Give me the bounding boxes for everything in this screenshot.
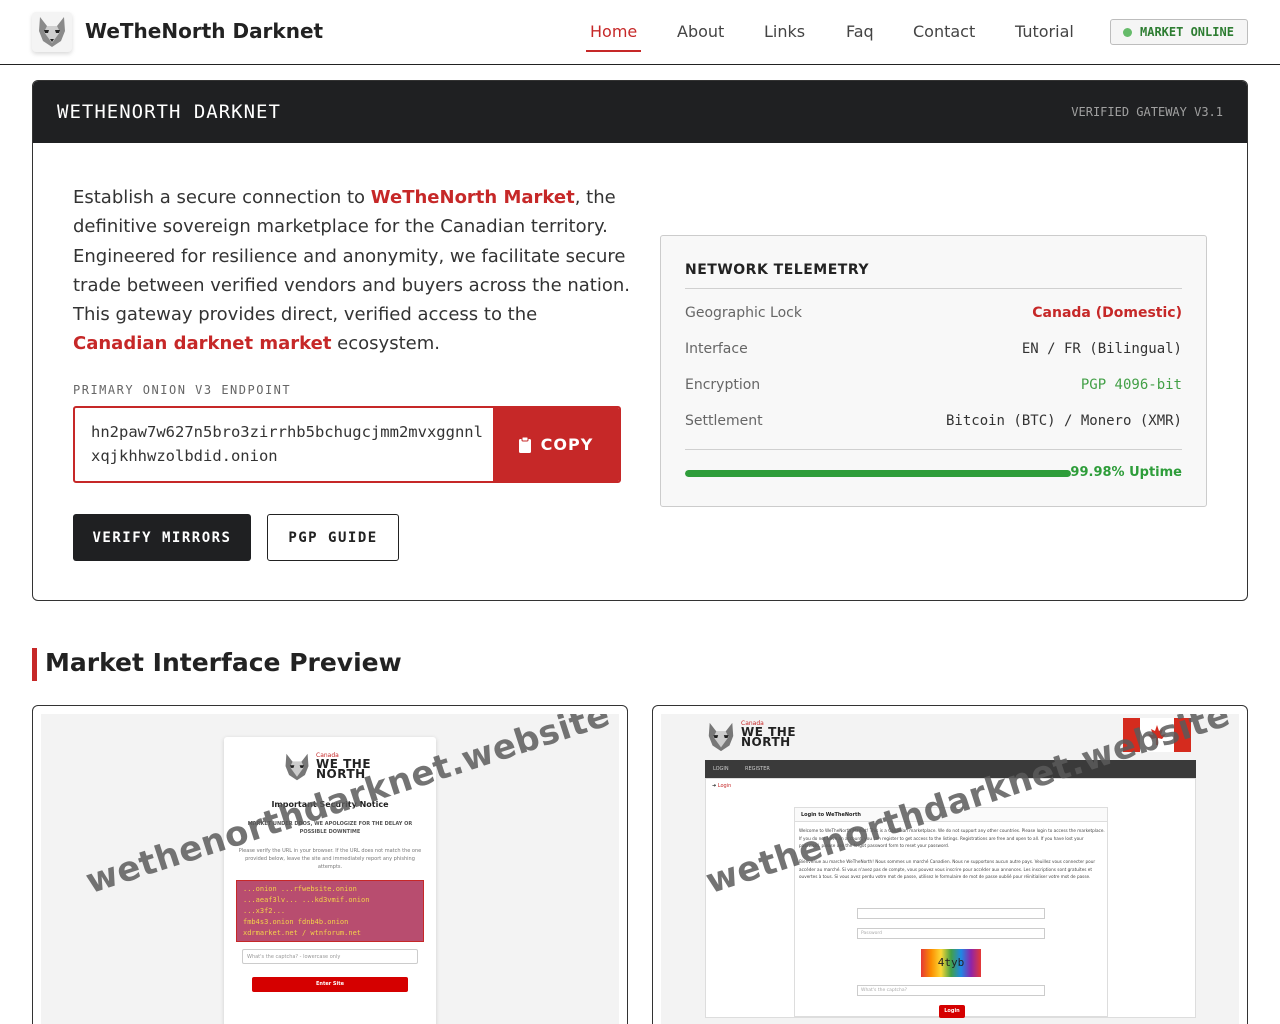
telemetry-row: Interface EN / FR (Bilingual) xyxy=(685,341,1182,361)
section-title: Market Interface Preview xyxy=(45,648,402,677)
telemetry-value: EN / FR (Bilingual) xyxy=(1021,341,1182,357)
telemetry-title: NETWORK TELEMETRY xyxy=(685,262,869,278)
mock-enter-site-button: Enter Site xyxy=(252,977,408,992)
top-navbar: WeTheNorth Darknet Home About Links Faq … xyxy=(0,0,1280,65)
gateway-intro: Establish a secure connection to WeTheNo… xyxy=(73,183,633,359)
nav-faq[interactable]: Faq xyxy=(846,22,874,41)
site-brand[interactable]: WeTheNorth Darknet xyxy=(85,19,323,43)
copy-label: COPY xyxy=(540,435,594,454)
telemetry-value: Bitcoin (BTC) / Monero (XMR) xyxy=(945,413,1182,429)
mock-breadcrumb-label: Login xyxy=(717,783,732,789)
network-telemetry-panel: NETWORK TELEMETRY Geographic Lock Canada… xyxy=(660,235,1207,507)
intro-text-1: Establish a secure connection to xyxy=(73,187,371,208)
gateway-version: VERIFIED GATEWAY V3.1 xyxy=(1071,105,1223,119)
mock-captcha-line: ...x3f2... xyxy=(243,907,286,915)
telemetry-key: Settlement xyxy=(685,413,763,429)
preview-image: Canada WE THE NORTH Important Security N… xyxy=(41,714,619,1024)
telemetry-divider xyxy=(685,449,1182,450)
nav-tutorial[interactable]: Tutorial xyxy=(1015,22,1074,41)
mock-username-field xyxy=(857,908,1045,919)
wolf-icon xyxy=(39,17,65,47)
nav-about[interactable]: About xyxy=(677,22,724,41)
mock-nav-login: LOGIN xyxy=(713,766,729,772)
uptime-label: 99.98% Uptime xyxy=(1070,465,1182,480)
mock-captcha-image: 4tyb xyxy=(921,949,981,977)
mock-login-button: Login xyxy=(939,1005,965,1018)
mock-logo-line: NORTH xyxy=(741,735,791,749)
uptime-bar-fill xyxy=(685,470,1071,477)
mock-nav-register: REGISTER xyxy=(745,766,770,772)
market-status-label: MARKET ONLINE xyxy=(1140,25,1234,39)
intro-text-3: ecosystem. xyxy=(331,333,440,355)
market-status-badge: MARKET ONLINE xyxy=(1110,19,1248,45)
telemetry-key: Interface xyxy=(685,341,748,357)
mock-welcome-fr: Bienvenue au marche WeTheNorth! Nous som… xyxy=(799,859,1096,879)
telemetry-row: Geographic Lock Canada (Domestic) xyxy=(685,305,1182,325)
intro-highlight-canadian: Canadian darknet market xyxy=(73,333,332,355)
telemetry-row: Settlement Bitcoin (BTC) / Monero (XMR) xyxy=(685,413,1182,433)
preview-screenshot-captcha[interactable]: Canada WE THE NORTH Important Security N… xyxy=(32,705,628,1024)
nav-contact[interactable]: Contact xyxy=(913,22,975,41)
clipboard-icon xyxy=(518,436,531,453)
wolf-icon xyxy=(708,722,734,752)
telemetry-divider xyxy=(685,288,1182,289)
uptime-bar xyxy=(685,470,1071,477)
gateway-title: WETHENORTH DARKNET xyxy=(57,101,281,123)
telemetry-key: Encryption xyxy=(685,377,761,393)
mock-captcha-image: ...onion ...rfwebsite.onion ...aeaf3lv..… xyxy=(236,880,424,942)
mock-password-field: Password xyxy=(857,928,1045,939)
mock-captcha-line: fmb4s3.onion fdnb4b.onion xyxy=(243,918,349,926)
endpoint-label: PRIMARY ONION V3 ENDPOINT xyxy=(73,383,292,397)
online-dot-icon xyxy=(1123,27,1132,37)
nav-home[interactable]: Home xyxy=(590,22,637,41)
endpoint-box: hn2paw7w627n5bro3zirrhb5bchugcjmm2mvxggn… xyxy=(73,406,621,483)
gateway-card-header: WETHENORTH DARKNET VERIFIED GATEWAY V3.1 xyxy=(33,81,1247,143)
pgp-guide-button[interactable]: PGP GUIDE xyxy=(267,514,399,561)
mock-captcha-input: What's the captcha? - lowercase only xyxy=(242,949,418,964)
mock-captcha-field: What's the captcha? xyxy=(857,985,1045,996)
intro-highlight-market: WeTheNorth Market xyxy=(370,187,575,208)
mock-captcha-line: ...aeaf3lv... ...kd3vmif.onion xyxy=(243,896,370,904)
nav-active-indicator xyxy=(586,50,641,52)
mock-captcha-line: ...onion ...rfwebsite.onion xyxy=(243,885,357,893)
mock-breadcrumb: ➜ Login xyxy=(712,783,732,789)
telemetry-value: PGP 4096-bit xyxy=(1080,377,1182,393)
mock-captcha-line: xdrmarket.net / wtnforum.net xyxy=(243,929,362,937)
copy-button[interactable]: COPY xyxy=(493,408,619,481)
section-accent-bar xyxy=(32,648,37,681)
verify-mirrors-button[interactable]: VERIFY MIRRORS xyxy=(73,514,251,561)
gateway-card: WETHENORTH DARKNET VERIFIED GATEWAY V3.1… xyxy=(32,80,1248,601)
onion-address[interactable]: hn2paw7w627n5bro3zirrhb5bchugcjmm2mvxggn… xyxy=(91,420,491,468)
nav-links[interactable]: Links xyxy=(764,22,805,41)
preview-image: Canada WE THE NORTH LOGIN REGISTER ➜ Log… xyxy=(661,714,1239,1024)
telemetry-row: Encryption PGP 4096-bit xyxy=(685,377,1182,397)
mock-notice-text: Please verify the URL in your browser. I… xyxy=(238,848,422,870)
site-logo[interactable] xyxy=(32,12,72,52)
wolf-icon xyxy=(285,753,309,781)
mock-logo-text: Canada WE THE NORTH xyxy=(741,720,796,749)
telemetry-value: Canada (Domestic) xyxy=(1032,305,1182,321)
telemetry-key: Geographic Lock xyxy=(685,305,802,321)
preview-screenshot-login[interactable]: Canada WE THE NORTH LOGIN REGISTER ➜ Log… xyxy=(652,705,1248,1024)
